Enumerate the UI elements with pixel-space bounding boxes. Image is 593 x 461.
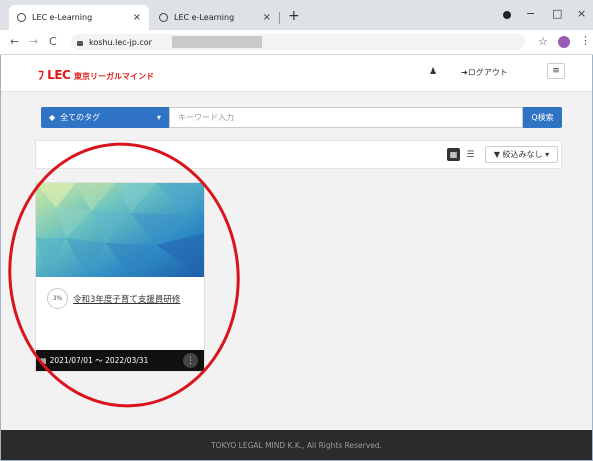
close-tab-icon[interactable]: ×: [263, 12, 271, 23]
course-card[interactable]: 3% 令和3年度子育て支援員研修 ▦ 2021/07/01 〜 2022/03/…: [35, 182, 205, 372]
browser-menu-icon[interactable]: ⋮: [580, 34, 591, 47]
forward-button[interactable]: →: [29, 35, 38, 48]
course-thumbnail: [36, 183, 204, 277]
tag-dropdown-label: 全てのタグ: [60, 113, 101, 122]
list-view-button[interactable]: ☰: [464, 148, 477, 161]
logo-mark: ﾌ LEC: [38, 68, 71, 82]
grid-view-button[interactable]: ▦: [447, 148, 460, 161]
lec-logo[interactable]: ﾌ LEC 東京リーガルマインド: [38, 66, 154, 83]
course-period: 2021/07/01 〜 2022/03/31: [49, 356, 149, 365]
search-row: ◆ 全てのタグ ▾ キーワード入力 Q検索: [41, 107, 562, 128]
caret-down-icon: ▾: [156, 113, 161, 122]
filter-dropdown[interactable]: ▼ 絞込みなし ▾: [485, 146, 558, 163]
back-button[interactable]: ←: [10, 35, 19, 48]
globe-icon: [17, 13, 26, 22]
logout-link[interactable]: ➜ログアウト: [461, 67, 508, 78]
copyright-text: TOKYO LEGAL MIND K.K., All Rights Reserv…: [211, 440, 382, 450]
grid-icon: ▦: [449, 150, 458, 159]
tab-title: LEC e-Learning: [32, 13, 93, 22]
address-bar[interactable]: koshu.lec-jp.cor: [71, 34, 525, 50]
site-header: ﾌ LEC 東京リーガルマインド ♟ ➜ログアウト ≡: [1, 55, 592, 92]
lock-icon: [77, 40, 83, 46]
url-redaction: [172, 36, 262, 48]
course-title-link[interactable]: 令和3年度子育て支援員研修: [73, 293, 180, 305]
calendar-icon: ▦: [40, 356, 47, 365]
url-text: koshu.lec-jp.cor: [89, 37, 152, 47]
logo-text: 東京リーガルマインド: [74, 72, 155, 81]
maximize-button[interactable]: □: [552, 7, 562, 20]
tab-strip: LEC e-Learning × LEC e-Learning × + − □ …: [0, 0, 593, 30]
hamburger-icon: ≡: [552, 66, 560, 76]
hamburger-menu-button[interactable]: ≡: [547, 63, 565, 79]
tag-dropdown[interactable]: ◆ 全てのタグ ▾: [41, 107, 169, 128]
browser-toolbar: ← → C koshu.lec-jp.cor ☆ ⋮: [0, 30, 593, 55]
bookmark-star-icon[interactable]: ☆: [538, 35, 548, 48]
recording-dot-icon[interactable]: [503, 11, 511, 19]
tab-title: LEC e-Learning: [174, 13, 235, 22]
site-footer: TOKYO LEGAL MIND K.K., All Rights Reserv…: [1, 430, 592, 460]
tag-icon: ◆: [49, 113, 56, 122]
tab-lec-elearning-active[interactable]: LEC e-Learning ×: [9, 5, 149, 30]
tab-lec-elearning[interactable]: LEC e-Learning ×: [151, 5, 279, 30]
close-tab-icon[interactable]: ×: [133, 12, 141, 23]
filter-bar: ▦ ☰ ▼ 絞込みなし ▾: [35, 140, 562, 169]
close-window-button[interactable]: ×: [577, 7, 586, 20]
main-content: ◆ 全てのタグ ▾ キーワード入力 Q検索 ▦ ☰ ▼ 絞込みなし ▾ 3% 令…: [1, 92, 592, 430]
globe-icon: [159, 13, 168, 22]
card-menu-button[interactable]: ⋮: [183, 353, 198, 368]
reload-button[interactable]: C: [49, 35, 57, 48]
keyword-input[interactable]: キーワード入力: [169, 107, 523, 128]
new-tab-button[interactable]: +: [288, 8, 300, 24]
user-icon[interactable]: ♟: [429, 67, 437, 77]
minimize-button[interactable]: −: [526, 7, 535, 20]
course-period-bar: ▦ 2021/07/01 〜 2022/03/31 ⋮: [36, 350, 204, 371]
search-button[interactable]: Q検索: [523, 107, 562, 128]
tab-separator: [279, 12, 280, 24]
progress-indicator: 3%: [47, 288, 68, 309]
profile-avatar[interactable]: [558, 36, 570, 48]
list-icon: ☰: [466, 149, 475, 160]
